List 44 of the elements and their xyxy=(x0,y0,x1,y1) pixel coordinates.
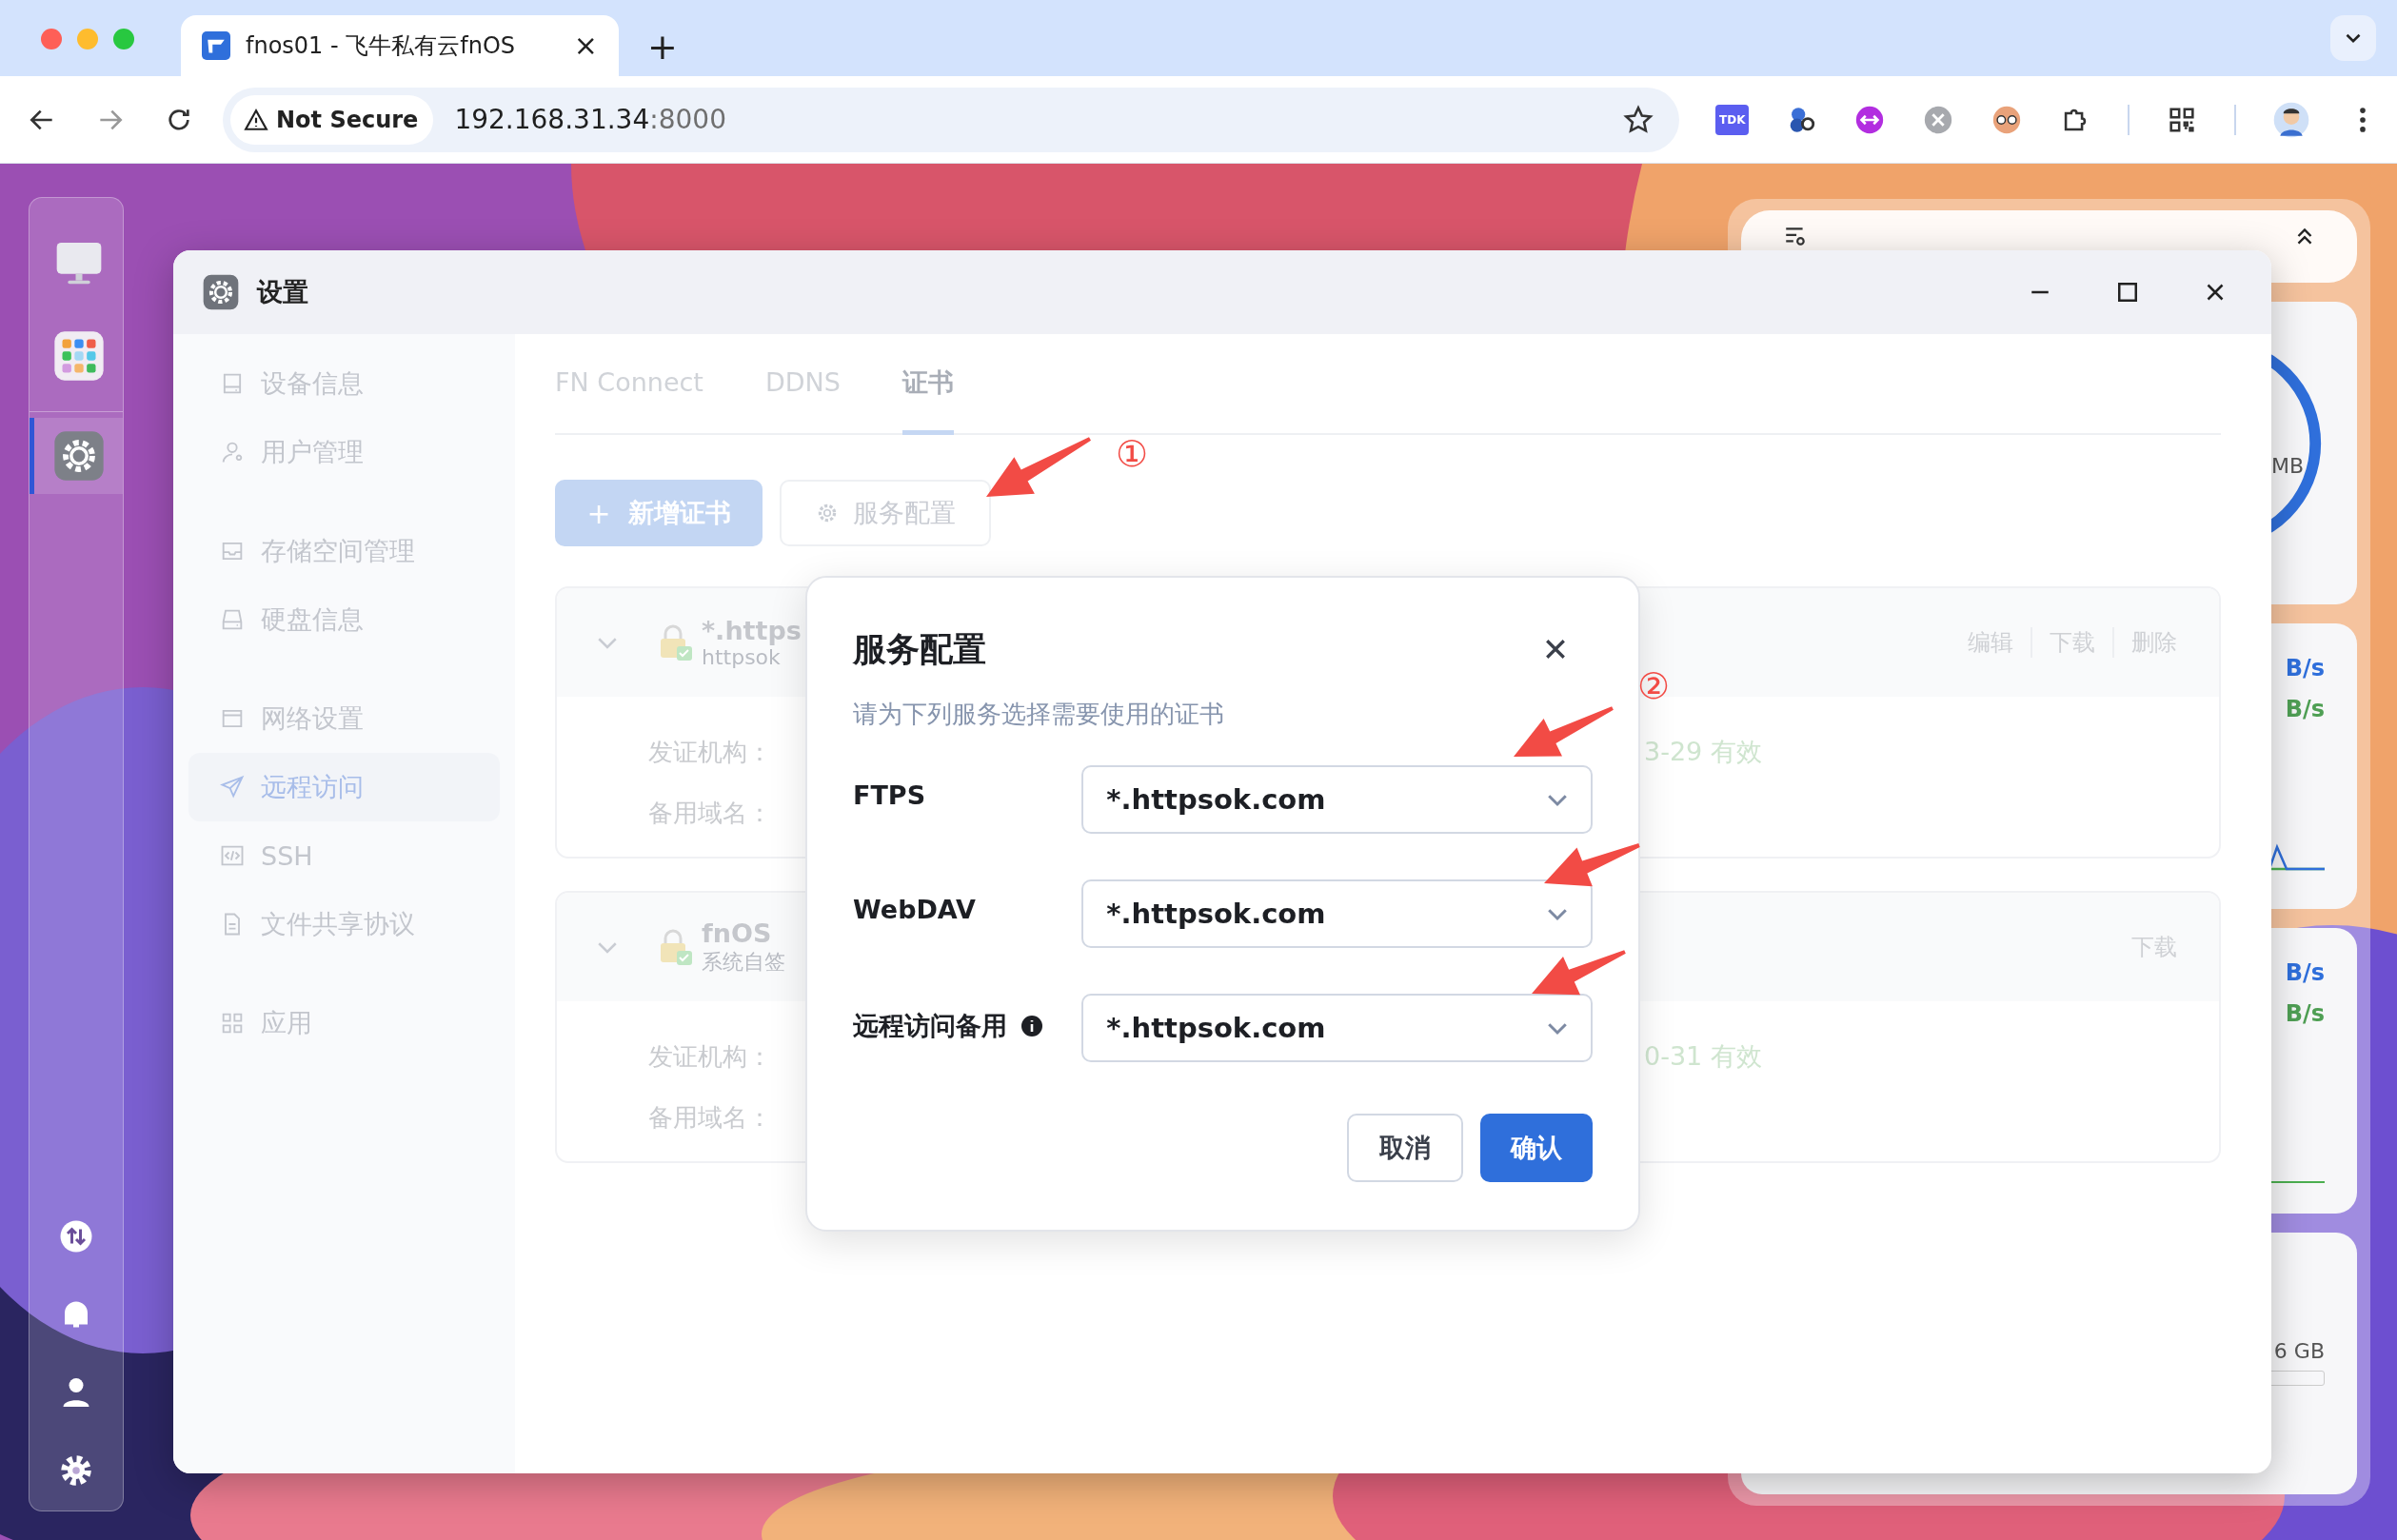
tab-close-button[interactable]: × xyxy=(573,31,598,60)
certificate-subtitle: httpsok xyxy=(702,645,782,669)
new-tab-button[interactable]: + xyxy=(647,29,678,65)
info-icon[interactable] xyxy=(1020,1015,1043,1037)
confirm-button[interactable]: 确认 xyxy=(1480,1114,1593,1182)
download-speed: B/s xyxy=(2285,999,2325,1029)
storage-total: 6 GB xyxy=(2273,1339,2325,1363)
window-title: 设置 xyxy=(257,276,309,308)
dialog-description: 请为下列服务选择需要使用的证书 xyxy=(853,699,1225,730)
tab[interactable]: 证书 xyxy=(901,334,954,435)
field-label: 远程访问备用 xyxy=(853,1010,1007,1042)
settings-icon xyxy=(202,273,240,311)
browser-tab[interactable]: fnos01 - 飞牛私有云fnOS × xyxy=(181,15,619,76)
url-text: 192.168.31.34:8000 xyxy=(454,104,727,135)
add-certificate-button[interactable]: + 新增证书 xyxy=(555,480,763,546)
address-bar[interactable]: Not Secure 192.168.31.34:8000 xyxy=(223,87,1679,152)
annotation-number: ① xyxy=(1116,436,1149,472)
profile-avatar[interactable] xyxy=(2272,100,2311,139)
download-speed: B/s xyxy=(2285,695,2325,724)
extension-badge[interactable]: TDK xyxy=(1715,104,1750,135)
bookmark-star-icon[interactable] xyxy=(1622,103,1654,136)
tab-search-button[interactable] xyxy=(2330,15,2376,61)
security-chip[interactable]: Not Secure xyxy=(230,94,434,145)
send-icon xyxy=(219,774,246,800)
certificate-subtitle: 系统自签 xyxy=(702,948,785,976)
gear-icon[interactable] xyxy=(59,1453,93,1488)
transfer-icon[interactable] xyxy=(59,1219,93,1254)
field-label: FTPS xyxy=(853,780,926,810)
upload-speed: B/s xyxy=(2285,958,2325,988)
certificate-select[interactable]: *.httpsok.com xyxy=(1081,879,1593,948)
annotation-number: ② xyxy=(1637,668,1671,704)
warning-icon xyxy=(244,107,268,132)
certificate-select[interactable]: *.httpsok.com xyxy=(1081,994,1593,1062)
cancel-button[interactable]: 取消 xyxy=(1347,1114,1463,1182)
app-grid-icon[interactable] xyxy=(51,329,106,383)
tab-title: fnos01 - 飞牛私有云fnOS xyxy=(246,31,517,61)
upload-speed: B/s xyxy=(2285,654,2325,683)
sidebar-item[interactable]: 远程访问 xyxy=(188,753,500,821)
favicon-icon xyxy=(202,31,230,60)
memory-unit: MB xyxy=(2270,454,2304,478)
settings-icon[interactable] xyxy=(51,429,106,483)
dialog-title: 服务配置 xyxy=(853,628,986,670)
certificate-select[interactable]: *.httpsok.com xyxy=(1081,765,1593,834)
field-label: WebDAV xyxy=(853,895,976,924)
